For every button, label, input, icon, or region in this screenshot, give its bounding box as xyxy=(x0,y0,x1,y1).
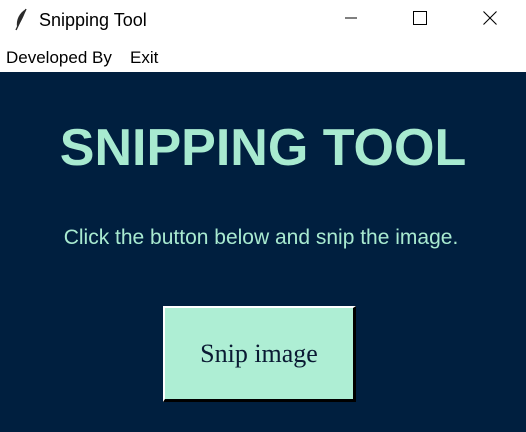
snip-image-button[interactable]: Snip image xyxy=(163,306,356,402)
app-window: Snipping Tool Developed By Exit SNIPPING… xyxy=(0,0,526,432)
menu-exit[interactable]: Exit xyxy=(130,48,158,68)
page-title: SNIPPING TOOL xyxy=(59,119,467,177)
close-icon xyxy=(482,10,498,31)
window-title: Snipping Tool xyxy=(39,10,147,30)
menu-developed-by[interactable]: Developed By xyxy=(6,48,112,68)
menu-bar: Developed By Exit xyxy=(0,40,526,72)
title-bar[interactable]: Snipping Tool xyxy=(0,0,526,40)
main-content: SNIPPING TOOL Click the button below and… xyxy=(0,72,526,432)
close-button[interactable] xyxy=(467,0,513,40)
maximize-button[interactable] xyxy=(397,0,443,40)
minimize-icon xyxy=(343,10,359,31)
feather-icon xyxy=(13,8,29,32)
minimize-button[interactable] xyxy=(328,0,374,40)
maximize-icon xyxy=(412,10,428,31)
instruction-text: Click the button below and snip the imag… xyxy=(63,226,459,249)
